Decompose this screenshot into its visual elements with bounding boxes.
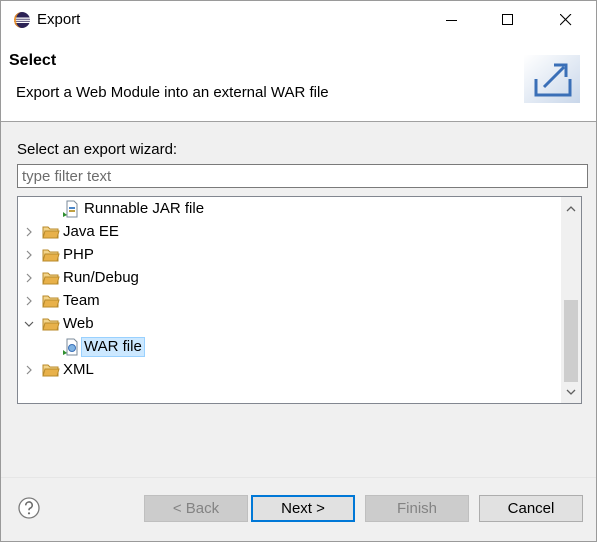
folder-icon xyxy=(42,226,60,239)
tree-item-run-debug[interactable]: Run/Debug xyxy=(18,267,558,289)
tree-item-label: Team xyxy=(63,292,100,309)
wizard-tree[interactable]: Runnable JAR file Java EE PHP Run/Debug … xyxy=(17,196,582,404)
export-wizard-icon xyxy=(524,55,580,103)
page-title: Select xyxy=(9,52,57,69)
tree-item-label: XML xyxy=(63,361,94,378)
finish-button[interactable]: Finish xyxy=(365,495,469,522)
page-description: Export a Web Module into an external WAR… xyxy=(16,84,329,101)
tree-item-java-ee[interactable]: Java EE xyxy=(18,221,558,243)
tree-item-web[interactable]: Web xyxy=(18,313,558,335)
chevron-down-icon xyxy=(566,389,576,395)
tree-item-runnable-jar-file[interactable]: Runnable JAR file xyxy=(18,198,558,220)
filter-input[interactable] xyxy=(17,164,588,188)
folder-icon xyxy=(42,295,60,308)
chevron-right-icon[interactable] xyxy=(23,267,35,289)
chevron-right-icon[interactable] xyxy=(23,221,35,243)
chevron-right-icon[interactable] xyxy=(23,359,35,381)
tree-item-team[interactable]: Team xyxy=(18,290,558,312)
folder-icon xyxy=(42,249,60,262)
jar-file-icon xyxy=(63,200,78,218)
window-title: Export xyxy=(37,11,81,28)
title-bar: Export xyxy=(1,1,596,39)
tree-item-label: Runnable JAR file xyxy=(84,200,205,217)
cancel-button[interactable]: Cancel xyxy=(479,495,583,522)
wizard-prompt-label: Select an export wizard: xyxy=(17,141,178,158)
war-file-icon xyxy=(63,338,78,356)
minimize-button[interactable] xyxy=(424,1,480,39)
tree-scrollbar[interactable] xyxy=(561,197,581,403)
footer-separator xyxy=(1,477,596,478)
tree-item-php[interactable]: PHP xyxy=(18,244,558,266)
wizard-header-banner: Select Export a Web Module into an exter… xyxy=(1,39,596,122)
next-button[interactable]: Next > xyxy=(251,495,355,522)
tree-item-xml[interactable]: XML xyxy=(18,359,558,381)
tree-item-label: WAR file xyxy=(81,337,145,357)
folder-icon xyxy=(42,272,60,285)
close-button[interactable] xyxy=(538,1,594,39)
folder-icon xyxy=(42,364,60,377)
eclipse-app-icon xyxy=(14,12,30,28)
help-icon[interactable] xyxy=(17,496,41,520)
scroll-down-button[interactable] xyxy=(561,381,581,403)
maximize-button[interactable] xyxy=(480,1,536,39)
chevron-down-icon[interactable] xyxy=(23,313,35,335)
scroll-up-button[interactable] xyxy=(561,197,581,219)
back-button[interactable]: < Back xyxy=(144,495,248,522)
minimize-icon xyxy=(446,20,457,21)
chevron-up-icon xyxy=(566,205,576,211)
folder-open-icon xyxy=(42,318,60,331)
tree-item-label: PHP xyxy=(63,246,94,263)
scroll-thumb[interactable] xyxy=(564,300,578,382)
chevron-right-icon[interactable] xyxy=(23,244,35,266)
maximize-icon xyxy=(502,14,513,25)
chevron-right-icon[interactable] xyxy=(23,290,35,312)
tree-item-label: Web xyxy=(63,315,94,332)
tree-item-war-file[interactable]: WAR file xyxy=(18,336,558,358)
close-icon xyxy=(560,14,572,26)
tree-item-label: Run/Debug xyxy=(63,269,139,286)
tree-item-label: Java EE xyxy=(63,223,119,240)
export-dialog: Export Select Export a Web Module into a… xyxy=(0,0,597,542)
